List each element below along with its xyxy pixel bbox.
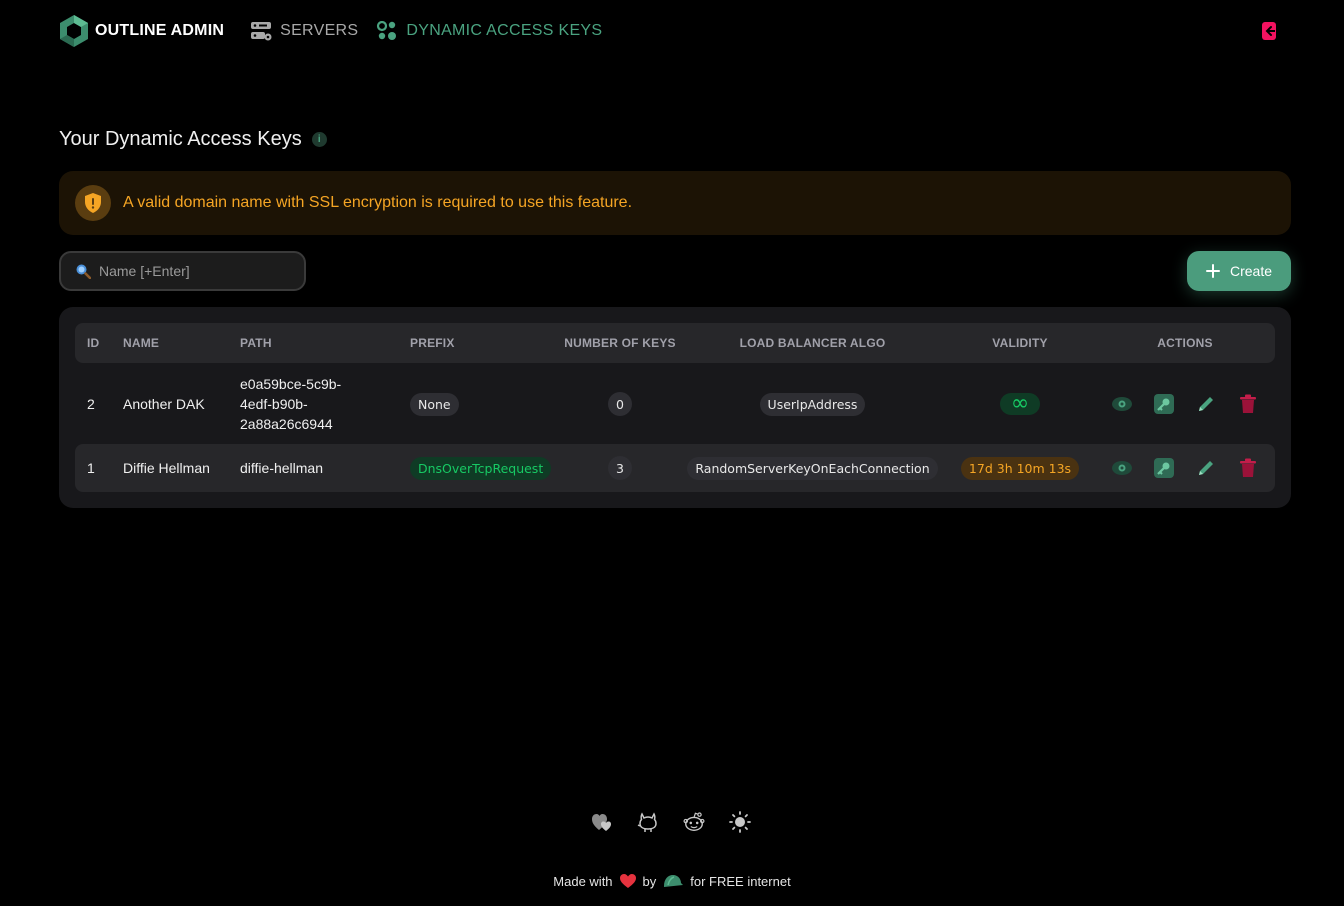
servers-icon xyxy=(251,22,272,41)
cell-prefix: DnsOverTcpRequest xyxy=(410,456,560,480)
nav-link-label: DYNAMIC ACCESS KEYS xyxy=(406,22,603,39)
page-header: Your Dynamic Access Keys i xyxy=(59,128,327,151)
num-keys-chip: 0 xyxy=(608,392,632,416)
credit-for: for FREE internet xyxy=(690,873,791,889)
table-header: ID NAME PATH PREFIX NUMBER OF KEYS LOAD … xyxy=(75,323,1275,363)
header-actions: ACTIONS xyxy=(1157,336,1213,350)
edit-icon xyxy=(1199,461,1213,475)
cell-number-of-keys: 0 xyxy=(560,392,680,416)
nav-link-servers[interactable]: SERVERS xyxy=(250,21,358,41)
dynamic-keys-icon xyxy=(377,21,397,40)
header-path: PATH xyxy=(240,336,272,350)
cell-id: 1 xyxy=(87,460,95,476)
cell-validity: 17d 3h 10m 13s xyxy=(945,456,1095,480)
theme-toggle[interactable] xyxy=(729,811,751,833)
nav-link-label: SERVERS xyxy=(280,22,359,39)
footer-links xyxy=(591,811,751,833)
num-keys-chip: 3 xyxy=(608,456,632,480)
delete-button[interactable] xyxy=(1237,393,1259,415)
header-prefix: PREFIX xyxy=(410,336,455,350)
header-number-of-keys: NUMBER OF KEYS xyxy=(564,336,676,350)
brand[interactable]: OUTLINE ADMIN xyxy=(59,14,224,48)
cell-number-of-keys: 3 xyxy=(560,456,680,480)
brand-name: OUTLINE ADMIN xyxy=(95,22,225,39)
cell-actions xyxy=(1095,393,1275,415)
table-row: 2 Another DAK e0a59bce-5c9b- 4edf-b90b- … xyxy=(75,364,1275,444)
plus-icon xyxy=(1205,264,1220,278)
reddit-icon xyxy=(683,812,705,831)
theme-sun-icon xyxy=(729,811,751,833)
edit-button[interactable] xyxy=(1195,457,1217,479)
create-button[interactable]: Create xyxy=(1187,251,1291,291)
view-icon xyxy=(1112,461,1132,475)
lb-algo-chip: RandomServerKeyOnEachConnection xyxy=(687,456,938,480)
view-button[interactable] xyxy=(1111,393,1133,415)
ssl-warning-alert: A valid domain name with SSL encryption … xyxy=(59,171,1291,235)
page-title: Your Dynamic Access Keys xyxy=(59,128,302,150)
key-icon xyxy=(1154,458,1174,478)
nav-link-dynamic-access-keys[interactable]: DYNAMIC ACCESS KEYS xyxy=(376,21,602,41)
logout-icon[interactable] xyxy=(1261,21,1277,41)
donate-link[interactable] xyxy=(591,811,613,833)
red-heart-icon xyxy=(619,874,636,888)
cell-path: e0a59bce-5c9b- 4edf-b90b- 2a88a26c6944 xyxy=(240,374,410,434)
top-navbar: OUTLINE ADMIN SERVERS DYNAMIC ACCESS KEY… xyxy=(59,14,1285,48)
cell-name: Diffie Hellman xyxy=(123,460,210,476)
delete-button[interactable] xyxy=(1237,457,1259,479)
path-line: 2a88a26c6944 xyxy=(240,416,333,432)
cap-icon xyxy=(664,875,684,887)
cell-prefix: None xyxy=(410,392,560,416)
github-link[interactable] xyxy=(637,811,659,833)
search-input[interactable] xyxy=(99,263,279,279)
edit-button[interactable] xyxy=(1195,393,1217,415)
cell-path: diffie-hellman xyxy=(240,458,410,478)
search-icon xyxy=(76,264,91,279)
cell-validity: ∞ xyxy=(945,393,1095,415)
path-line: 4edf-b90b- xyxy=(240,396,308,412)
cell-id: 2 xyxy=(87,396,95,412)
footer-credit: Made with by for FREE internet xyxy=(0,873,1344,889)
header-name: NAME xyxy=(123,336,160,350)
view-icon xyxy=(1112,397,1132,411)
search-box xyxy=(59,251,306,291)
keys-button[interactable] xyxy=(1153,393,1175,415)
outline-logo-icon xyxy=(60,15,88,47)
prefix-chip: DnsOverTcpRequest xyxy=(410,456,552,480)
create-button-label: Create xyxy=(1229,263,1273,279)
reddit-link[interactable] xyxy=(683,811,705,833)
cell-load-balancer-algo: RandomServerKeyOnEachConnection xyxy=(680,456,945,480)
delete-icon xyxy=(1240,458,1256,477)
github-icon xyxy=(637,812,657,832)
access-keys-table: ID NAME PATH PREFIX NUMBER OF KEYS LOAD … xyxy=(59,307,1291,508)
path-line: diffie-hellman xyxy=(240,460,324,476)
delete-icon xyxy=(1240,394,1256,413)
credit-by: by xyxy=(642,873,657,889)
edit-icon xyxy=(1199,397,1213,411)
credit-made-with: Made with xyxy=(553,873,613,889)
table-row: 1 Diffie Hellman diffie-hellman DnsOverT… xyxy=(75,444,1275,492)
key-icon xyxy=(1154,394,1174,414)
cell-name: Another DAK xyxy=(123,396,205,412)
validity-chip: 17d 3h 10m 13s xyxy=(960,456,1080,480)
path-line: e0a59bce-5c9b- xyxy=(240,376,342,392)
header-id: ID xyxy=(87,336,100,350)
info-icon[interactable]: i xyxy=(311,132,327,147)
cell-actions xyxy=(1095,457,1275,479)
lb-algo-chip: UserIpAddress xyxy=(759,392,866,416)
header-validity: VALIDITY xyxy=(992,336,1048,350)
shield-warning-icon xyxy=(75,185,111,221)
header-load-balancer-algo: LOAD BALANCER ALGO xyxy=(739,336,886,350)
cell-load-balancer-algo: UserIpAddress xyxy=(680,392,945,416)
infinity-validity-chip: ∞ xyxy=(1000,393,1040,415)
donate-heart-icon xyxy=(592,814,611,831)
view-button[interactable] xyxy=(1111,457,1133,479)
alert-text: A valid domain name with SSL encryption … xyxy=(123,194,633,211)
prefix-chip: None xyxy=(410,392,459,416)
keys-button[interactable] xyxy=(1153,457,1175,479)
